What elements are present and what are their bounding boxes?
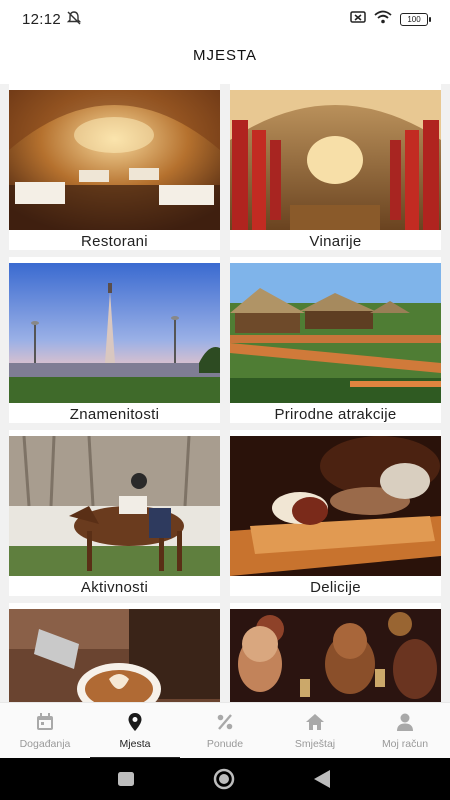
category-label: Delicije	[310, 579, 361, 596]
location-pin-icon	[125, 712, 145, 732]
nav-item-smjestaj[interactable]: Smještaj	[270, 703, 360, 759]
nav-item-moj-racun[interactable]: Moj račun	[360, 703, 450, 759]
category-card-coffee[interactable]	[9, 603, 220, 702]
status-bar: 12:12 100	[0, 0, 450, 36]
nav-label: Događanja	[19, 738, 71, 750]
category-card-delicije[interactable]: Delicije	[230, 430, 441, 596]
category-grid: Restorani Vinarije Znamenitosti Prirodne…	[0, 84, 450, 702]
category-label: Aktivnosti	[80, 579, 149, 596]
nightlife-image	[230, 609, 441, 702]
battery-icon: 100	[400, 13, 431, 26]
category-label: Vinarije	[309, 233, 362, 250]
category-card-aktivnosti[interactable]: Aktivnosti	[9, 430, 220, 596]
percent-icon	[215, 712, 235, 732]
nav-label: Mjesta	[119, 738, 151, 750]
header: MJESTA	[0, 36, 450, 84]
nav-item-mjesta[interactable]: Mjesta	[90, 703, 180, 759]
coffee-image	[9, 609, 220, 702]
category-label: Prirodne atrakcije	[274, 406, 397, 423]
calendar-icon	[35, 712, 55, 732]
nature-attraction-image	[230, 263, 441, 403]
nav-label: Smještaj	[294, 738, 336, 750]
bottom-navigation: Događanja Mjesta Ponude Smještaj Moj rač…	[0, 702, 450, 759]
status-time: 12:12	[22, 11, 62, 28]
screen-cast-icon	[350, 10, 366, 29]
delicacies-image	[230, 436, 441, 576]
category-card-znamenitosti[interactable]: Znamenitosti	[9, 257, 220, 423]
recents-icon[interactable]	[118, 772, 134, 791]
nav-label: Moj račun	[381, 738, 429, 750]
system-navigation-bar	[0, 758, 450, 800]
restaurant-image	[9, 90, 220, 230]
landmark-image	[9, 263, 220, 403]
activities-image	[9, 436, 220, 576]
back-icon[interactable]	[314, 770, 330, 793]
home-icon	[305, 712, 325, 732]
nav-item-dogadanja[interactable]: Događanja	[0, 703, 90, 759]
category-card-nightlife[interactable]	[230, 603, 441, 702]
nav-label: Ponude	[206, 738, 244, 750]
page-title: MJESTA	[192, 47, 258, 64]
category-card-restorani[interactable]: Restorani	[9, 84, 220, 250]
category-label: Znamenitosti	[69, 406, 160, 423]
winery-image	[230, 90, 441, 230]
home-button-icon[interactable]	[213, 768, 235, 795]
category-card-vinarije[interactable]: Vinarije	[230, 84, 441, 250]
wifi-icon	[374, 10, 392, 29]
user-icon	[395, 712, 415, 732]
notifications-muted-icon	[66, 10, 82, 31]
category-card-prirodne-atrakcije[interactable]: Prirodne atrakcije	[230, 257, 441, 423]
category-label: Restorani	[81, 233, 148, 250]
nav-item-ponude[interactable]: Ponude	[180, 703, 270, 759]
